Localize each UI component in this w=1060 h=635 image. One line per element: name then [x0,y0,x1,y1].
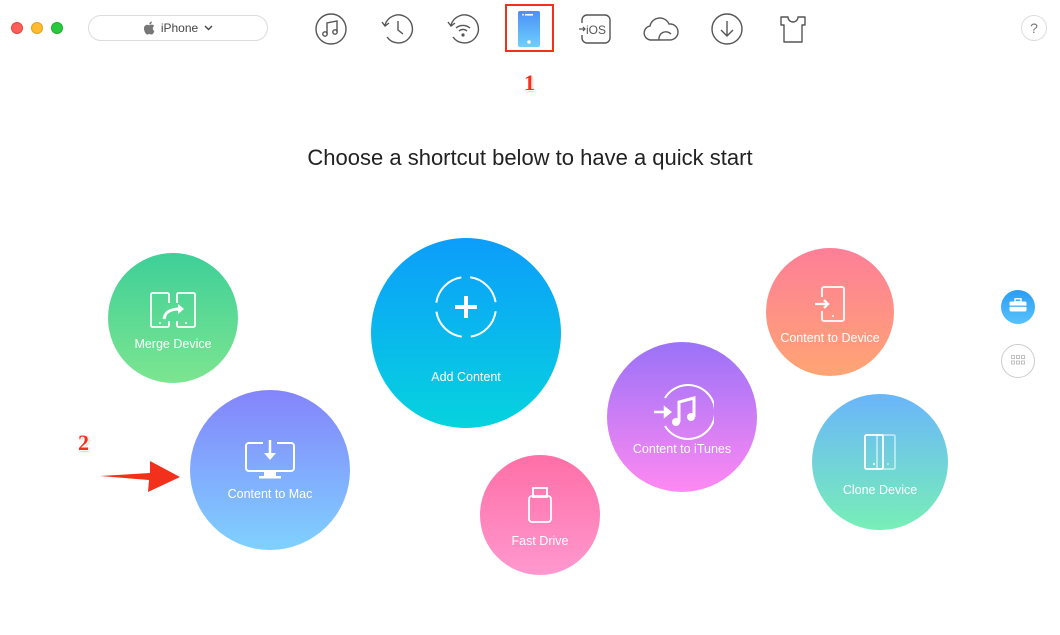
window-close-button[interactable] [11,22,23,34]
device-selector[interactable]: iPhone [88,15,268,41]
shortcut-content-to-mac[interactable]: Content to Mac [190,390,350,550]
annotation-arrow-icon [98,456,182,501]
window-minimize-button[interactable] [31,22,43,34]
question-mark-icon: ? [1030,20,1038,36]
content-to-device-icon [814,285,846,323]
shortcut-label: Content to Mac [227,487,313,501]
download-icon [710,12,744,46]
to-ios-icon: iOS [578,13,612,45]
page-headline: Choose a shortcut below to have a quick … [307,145,753,170]
shortcut-content-to-itunes[interactable]: Content to iTunes [607,342,757,492]
toolbar-ringtone-maker[interactable] [773,10,813,48]
apps-button[interactable] [1001,344,1035,378]
shortcut-label: Clone Device [842,483,918,497]
help-button[interactable]: ? [1021,15,1047,41]
device-name: iPhone [160,21,199,35]
shortcut-content-to-device[interactable]: Content to Device [766,248,894,376]
clone-device-icon [863,433,897,471]
music-note-icon [314,12,348,46]
window-maximize-button[interactable] [51,22,63,34]
annotation-step-2: 2 [78,430,89,455]
svg-text:iOS: iOS [586,23,606,37]
toolbar-icloud-manager[interactable] [641,10,681,48]
shortcut-clone-device[interactable]: Clone Device [812,394,948,530]
shortcut-label: Fast Drive [511,534,569,548]
shortcut-label: Content to iTunes [632,442,732,456]
toolbar-content-downloader[interactable] [707,10,747,48]
wifi-backup-icon [445,12,481,46]
toolbox-icon [1009,297,1027,317]
itunes-icon [650,384,714,440]
monitor-download-icon [243,439,297,481]
toolbar-backup-history[interactable] [377,10,417,48]
apple-icon [143,21,155,35]
tshirt-icon [778,14,808,44]
cloud-icon [642,14,680,44]
merge-device-icon [149,291,197,329]
chevron-down-icon [204,25,213,31]
shortcut-label: Content to Device [780,331,880,345]
annotation-step-1: 1 [524,70,535,95]
shortcut-add-content[interactable]: Add Content [371,238,561,428]
history-clock-icon [379,12,415,46]
grid-icon [1011,352,1025,370]
shortcut-label: Add Content [431,370,501,384]
toolbar-airbackup[interactable] [443,10,483,48]
usb-drive-icon [527,486,553,524]
shortcut-merge-device[interactable]: Merge Device [108,253,238,383]
toolbox-button[interactable] [1001,290,1035,324]
add-icon [433,274,499,340]
toolbar-ios-mover[interactable]: iOS [575,10,615,48]
shortcut-label: Merge Device [134,337,212,351]
toolbar-itunes-library[interactable] [311,10,351,48]
shortcut-fast-drive[interactable]: Fast Drive [480,455,600,575]
annotation-highlight-box [505,4,554,52]
